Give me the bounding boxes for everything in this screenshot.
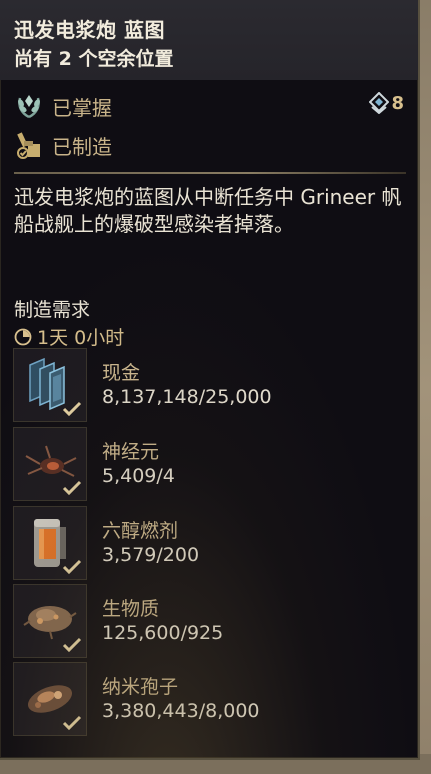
requirement-count: 5,409/4 (102, 465, 175, 487)
check-icon (62, 559, 82, 575)
check-icon (62, 637, 82, 653)
crafted-status: 已制造 (14, 130, 112, 160)
foundry-icon (17, 132, 40, 159)
crafted-label: 已制造 (52, 134, 112, 159)
blueprint-tooltip: 迅发电浆炮 蓝图 尚有 2 个空余位置 已掌握 8 已制造 迅发电浆炮的蓝图从中… (0, 0, 420, 760)
requirement-count: 125,600/925 (102, 622, 224, 644)
biomass-icon (13, 584, 87, 658)
section-divider (14, 172, 406, 174)
requirement-count: 8,137,148/25,000 (102, 386, 272, 408)
neurodes-icon (13, 427, 87, 501)
blueprint-title: 迅发电浆炮 蓝图 (14, 18, 165, 42)
requirement-name: 六醇燃剂 (102, 520, 179, 542)
blueprint-description: 迅发电浆炮的蓝图从中断任务中 Grineer 帆船战舰上的爆破型感染者掉落。 (14, 185, 402, 236)
mastery-laurel-icon (18, 95, 40, 119)
hexenon-icon (13, 506, 87, 580)
check-icon (62, 715, 82, 731)
requirement-count: 3,579/200 (102, 544, 200, 566)
build-time-value: 1天 0小时 (37, 327, 125, 349)
requirement-credits: 现金 8,137,148/25,000 (13, 348, 403, 422)
clock-icon (14, 328, 32, 345)
mastery-rank-value: 8 (391, 92, 404, 114)
credits-icon (13, 348, 87, 422)
requirement-count: 3,380,443/8,000 (102, 700, 260, 722)
requirement-name: 纳米孢子 (102, 676, 179, 698)
check-icon (62, 401, 82, 417)
requirement-name: 神经元 (102, 441, 160, 463)
requirement-neurodes: 神经元 5,409/4 (13, 427, 403, 501)
mastery-rank: 8 (369, 92, 404, 114)
mastery-rank-icon (369, 92, 390, 114)
requirement-biomass: 生物质 125,600/925 (13, 584, 403, 658)
build-time: 1天 0小时 (14, 323, 124, 350)
requirement-hexenon: 六醇燃剂 3,579/200 (13, 506, 403, 580)
nano-spores-icon (13, 662, 87, 736)
requirement-name: 生物质 (102, 598, 160, 620)
requirements-title: 制造需求 (14, 299, 91, 321)
requirement-name: 现金 (102, 362, 141, 384)
mastered-label: 已掌握 (52, 95, 112, 120)
tooltip-header: 迅发电浆炮 蓝图 尚有 2 个空余位置 (0, 0, 418, 80)
slots-remaining: 尚有 2 个空余位置 (14, 48, 174, 70)
check-icon (62, 480, 82, 496)
requirement-nano-spores: 纳米孢子 3,380,443/8,000 (13, 662, 403, 736)
mastered-status: 已掌握 (14, 91, 112, 121)
